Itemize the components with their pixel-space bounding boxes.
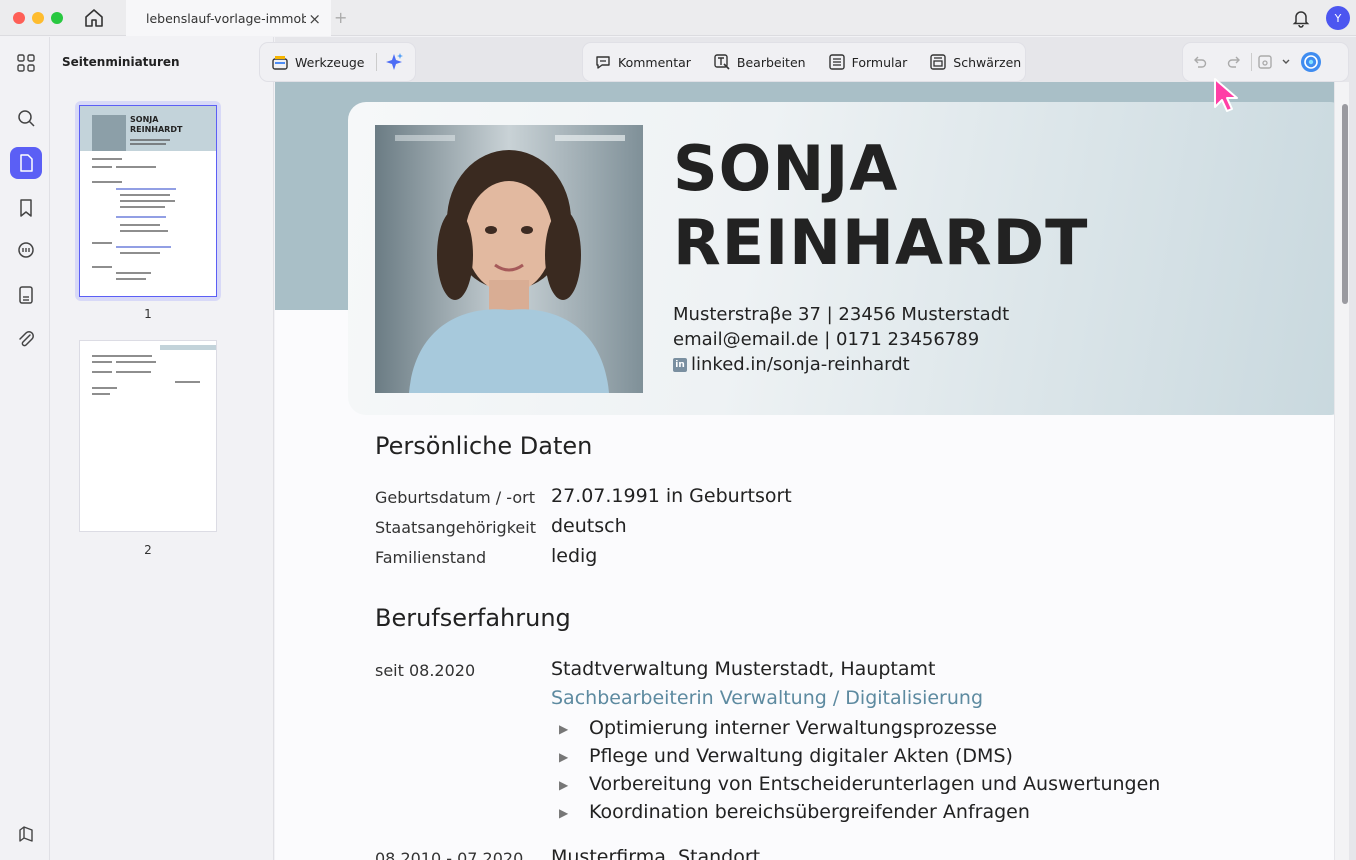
- thumbnail-page-1[interactable]: SONJA REINHARDT: [75, 101, 221, 301]
- form-list-icon: [828, 54, 845, 70]
- job-employer: Musterfirma, Standort: [551, 846, 761, 860]
- job-employer: Stadtverwaltung Musterstadt, Hauptamt: [551, 658, 936, 680]
- thumbnail-page-2[interactable]: [79, 340, 225, 532]
- edit-text-icon: [714, 54, 730, 70]
- document-viewer[interactable]: SONJA REINHARDT Musterstraβe 37 | 23456 …: [275, 37, 1356, 860]
- thumbnail-page-number: 1: [144, 307, 152, 321]
- last-name: REINHARDT: [673, 206, 1089, 279]
- scrollbar-thumb[interactable]: [1342, 104, 1348, 304]
- linkedin-icon: in: [673, 358, 687, 372]
- thumbnail-panel: Seitenminiaturen SONJA REINHARDT 1 2: [50, 37, 274, 860]
- thumbnail-page-number: 2: [144, 543, 152, 557]
- linkedin-line: in linked.in/sonja-reinhardt: [673, 354, 910, 375]
- first-name: SONJA: [673, 132, 899, 205]
- chevron-down-icon[interactable]: [1278, 43, 1294, 81]
- job-bullet: ▶ Pflege und Verwaltung digitaler Akten (…: [559, 745, 1013, 767]
- section-heading-personal: Persönliche Daten: [375, 432, 593, 460]
- job-bullet: ▶ Koordination bereichsübergreifender Anf…: [559, 801, 1030, 823]
- main-toolbar: Kommentar Bearbeiten Formular Schwärzen: [583, 43, 1025, 81]
- tools-toolbar: Werkzeuge: [260, 43, 415, 81]
- redact-button[interactable]: Schwärzen: [918, 43, 1032, 81]
- search-icon[interactable]: [10, 102, 42, 134]
- bullet-triangle-icon: ▶: [559, 805, 569, 820]
- bookmark-icon[interactable]: [10, 192, 42, 224]
- attachment-icon[interactable]: [10, 323, 42, 355]
- personal-value: 27.07.1991 in Geburtsort: [551, 485, 792, 507]
- panel-toggle-icon[interactable]: [16, 824, 36, 844]
- minimize-window-button[interactable]: [32, 12, 44, 24]
- job-title: Sachbearbeiterin Verwaltung / Digitalisi…: [551, 687, 984, 709]
- section-heading-experience: Berufserfahrung: [375, 604, 571, 632]
- left-icon-rail: [0, 37, 50, 860]
- home-icon[interactable]: [82, 7, 106, 29]
- bullet-triangle-icon: ▶: [559, 749, 569, 764]
- bullet-triangle-icon: ▶: [559, 777, 569, 792]
- user-avatar[interactable]: Y: [1326, 6, 1350, 30]
- address: Musterstraβe 37 | 23456 Musterstadt: [673, 304, 1010, 325]
- candidate-name: SONJA REINHARDT: [673, 132, 1088, 280]
- close-window-button[interactable]: [13, 12, 25, 24]
- job-bullet: ▶ Optimierung interner Verwaltungsprozess…: [559, 717, 997, 739]
- personal-value: ledig: [551, 545, 598, 567]
- undo-icon[interactable]: [1183, 43, 1217, 81]
- email-phone: email@email.de | 0171 23456789: [673, 329, 980, 350]
- save-icon[interactable]: [1252, 43, 1278, 81]
- grid-icon[interactable]: [10, 47, 42, 79]
- history-toolbar: [1183, 43, 1348, 81]
- zoom-window-button[interactable]: [51, 12, 63, 24]
- linkedin-url: linked.in/sonja-reinhardt: [691, 354, 910, 375]
- job-period: seit 08.2020: [375, 661, 476, 680]
- panel-title: Seitenminiaturen: [62, 55, 180, 69]
- profile-photo: [375, 125, 643, 393]
- comment-icon[interactable]: [10, 235, 42, 267]
- document-tab[interactable]: lebenslauf-vorlage-immob ×: [126, 0, 331, 36]
- page-icon[interactable]: [10, 147, 42, 179]
- comment-bubble-icon: [596, 56, 610, 69]
- title-bar: lebenslauf-vorlage-immob × + Y: [0, 0, 1356, 36]
- new-tab-icon[interactable]: +: [334, 8, 347, 27]
- personal-label: Geburtsdatum / -ort: [375, 488, 535, 507]
- tab-close-icon[interactable]: ×: [308, 10, 321, 28]
- job-period: 08.2010 - 07.2020: [375, 849, 524, 860]
- ai-sparkle-icon[interactable]: [377, 43, 411, 81]
- job-bullet: ▶ Vorbereitung von Entscheiderunterlagen …: [559, 773, 1161, 795]
- redact-icon: [930, 54, 946, 70]
- form-button[interactable]: Formular: [817, 43, 919, 81]
- personal-value: deutsch: [551, 515, 627, 537]
- document-page: SONJA REINHARDT Musterstraβe 37 | 23456 …: [275, 82, 1334, 860]
- bell-icon[interactable]: [1291, 8, 1311, 28]
- tools-button[interactable]: Werkzeuge: [260, 43, 376, 81]
- form-icon[interactable]: [10, 279, 42, 311]
- redo-icon[interactable]: [1217, 43, 1251, 81]
- ai-assistant-icon[interactable]: [1294, 43, 1328, 81]
- mouse-cursor-icon: [1212, 77, 1242, 115]
- tab-title: lebenslauf-vorlage-immob: [146, 10, 306, 26]
- comment-button[interactable]: Kommentar: [583, 43, 702, 81]
- toolbox-icon: [272, 56, 288, 70]
- edit-button[interactable]: Bearbeiten: [702, 43, 817, 81]
- bullet-triangle-icon: ▶: [559, 721, 569, 736]
- personal-label: Familienstand: [375, 548, 487, 567]
- personal-label: Staatsangehörigkeit: [375, 518, 536, 537]
